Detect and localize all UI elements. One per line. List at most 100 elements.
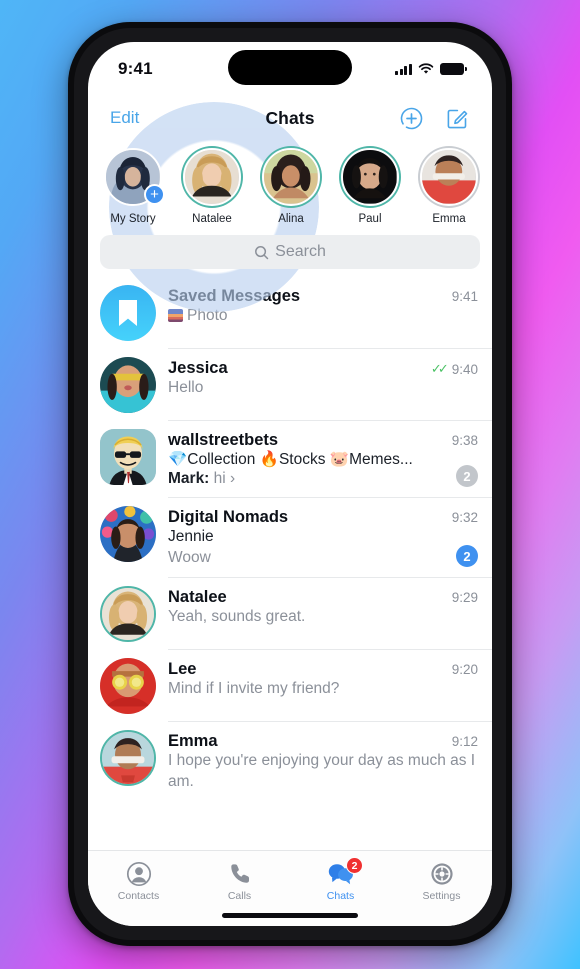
avatar — [420, 148, 478, 206]
status-bar: 9:41 — [88, 42, 492, 96]
tab-label: Settings — [422, 890, 461, 902]
avatar — [100, 658, 156, 715]
contacts-icon — [126, 860, 152, 887]
story-ring — [181, 146, 243, 208]
story-ring — [260, 146, 322, 208]
status-indicators — [394, 63, 467, 75]
story-ring — [339, 146, 401, 208]
avatar — [100, 506, 156, 563]
chat-preview: Photo — [168, 306, 478, 326]
chat-sender-name: Jennie — [168, 528, 214, 546]
tab-settings[interactable]: Settings — [391, 860, 492, 902]
story-item-natalee[interactable]: Natalee — [181, 146, 243, 225]
chat-name: Natalee — [168, 588, 227, 607]
avatar — [100, 357, 156, 413]
chat-item-body: wallstreetbets 9:38 💎Collection 🔥Stocks … — [168, 421, 492, 499]
chat-name: Jessica — [168, 359, 228, 377]
chat-name: wallstreetbets — [168, 431, 279, 449]
chat-name: Lee — [168, 660, 197, 679]
tab-label: Calls — [227, 890, 252, 902]
chat-name: Digital Nomads — [168, 508, 289, 527]
chat-list-item[interactable]: Emma 9:12 I hope you're enjoying your da… — [88, 722, 492, 801]
tab-label: Contacts — [117, 890, 160, 902]
chat-list-item[interactable]: Jessica ✓✓ 9:40 Hello — [88, 349, 492, 421]
chat-list-item[interactable]: Saved Messages 9:41 Photo — [88, 277, 492, 349]
tab-contacts[interactable]: Contacts — [88, 860, 189, 902]
home-indicator[interactable] — [222, 913, 358, 918]
story-item-paul[interactable]: Paul — [339, 146, 401, 225]
status-time: 9:41 — [118, 59, 153, 78]
tab-chats[interactable]: 2 Chats — [290, 857, 391, 902]
story-name: Emma — [432, 213, 466, 225]
add-story-icon[interactable] — [399, 106, 424, 131]
avatar — [100, 730, 156, 787]
chat-preview-text: Yeah, sounds great. — [168, 608, 306, 626]
photo-thumbnail-icon — [168, 309, 183, 322]
story-item-my-story[interactable]: + My Story — [102, 146, 165, 225]
add-story-plus-badge[interactable]: + — [144, 184, 165, 205]
chat-time: 9:32 — [451, 510, 478, 526]
chat-preview-text: Woow — [168, 548, 211, 566]
gear-icon — [429, 860, 455, 887]
cellular-bars-icon — [394, 63, 412, 75]
unread-badge: 2 — [456, 545, 478, 568]
chat-item-body: Lee 9:20 Mind if I invite my friend? — [168, 650, 492, 723]
chat-name: Saved Messages — [168, 287, 301, 305]
dynamic-island — [228, 50, 352, 85]
tab-label: Chats — [326, 890, 355, 902]
chat-time: 9:20 — [451, 662, 478, 678]
phone-icon — [227, 860, 253, 887]
chat-time: 9:12 — [451, 734, 478, 750]
wifi-icon — [418, 63, 434, 74]
chat-sender-name: Mark: — [168, 470, 210, 488]
chat-preview-text: Hello — [168, 379, 204, 396]
chat-preview-text: 💎Collection 🔥Stocks 🐷Memes... — [168, 451, 413, 468]
unread-badge: 2 — [456, 465, 478, 488]
tab-calls[interactable]: Calls — [189, 860, 290, 902]
avatar — [100, 285, 156, 341]
chat-time: 9:38 — [451, 433, 478, 448]
avatar — [341, 148, 399, 206]
story-ring — [418, 146, 480, 208]
stories-row[interactable]: + My Story Natalee Alina Paul Emma — [88, 140, 492, 229]
chat-sender-text: hi › — [213, 470, 236, 488]
navigation-bar: Edit Chats — [88, 96, 492, 140]
chat-item-body: Jessica ✓✓ 9:40 Hello — [168, 349, 492, 421]
nav-actions — [399, 106, 470, 131]
chat-preview-text: Photo — [187, 307, 228, 324]
read-receipt-icon: ✓✓ — [430, 361, 449, 376]
chat-item-body: Saved Messages 9:41 Photo — [168, 277, 492, 349]
chat-preview-text: Mind if I invite my friend? — [168, 680, 340, 698]
story-name: Paul — [358, 213, 382, 225]
tab-unread-badge: 2 — [346, 857, 363, 874]
chat-list-item[interactable]: wallstreetbets 9:38 💎Collection 🔥Stocks … — [88, 421, 492, 499]
chat-list[interactable]: Saved Messages 9:41 Photo Jessica ✓✓ 9:4… — [88, 277, 492, 801]
chat-list-item[interactable]: Lee 9:20 Mind if I invite my friend? — [88, 650, 492, 723]
chat-time: 9:29 — [451, 590, 478, 606]
phone-screen: 9:41 Edit Chats + My Story Natalee Alina… — [88, 42, 492, 926]
story-item-emma[interactable]: Emma — [418, 146, 480, 225]
story-item-alina[interactable]: Alina — [260, 146, 322, 225]
phone-frame: 9:41 Edit Chats + My Story Natalee Alina… — [68, 22, 512, 946]
chat-time: 9:41 — [451, 289, 478, 304]
chat-list-item[interactable]: Digital Nomads 9:32 Jennie Woow 2 — [88, 498, 492, 579]
story-name: Alina — [278, 213, 304, 225]
search-icon — [255, 245, 269, 259]
saved-messages-bookmark-icon — [100, 285, 156, 341]
search-bar[interactable]: Search — [88, 229, 492, 277]
chats-bubbles-icon: 2 — [327, 857, 363, 887]
chat-name: Emma — [168, 732, 218, 751]
search-input[interactable]: Search — [100, 235, 480, 269]
search-placeholder: Search — [275, 243, 326, 260]
avatar — [100, 586, 156, 643]
avatar — [100, 429, 156, 485]
chat-time: 9:40 — [451, 361, 478, 377]
compose-icon[interactable] — [445, 106, 470, 131]
battery-icon — [440, 63, 467, 75]
chat-preview-text: I hope you're enjoying your day as much … — [168, 752, 476, 790]
chat-item-body: Emma 9:12 I hope you're enjoying your da… — [168, 722, 492, 801]
avatar — [262, 148, 320, 206]
tab-bar: Contacts Calls 2 Chats Settings — [88, 850, 492, 926]
chat-list-item[interactable]: Natalee 9:29 Yeah, sounds great. — [88, 578, 492, 651]
story-name: My Story — [110, 213, 156, 225]
